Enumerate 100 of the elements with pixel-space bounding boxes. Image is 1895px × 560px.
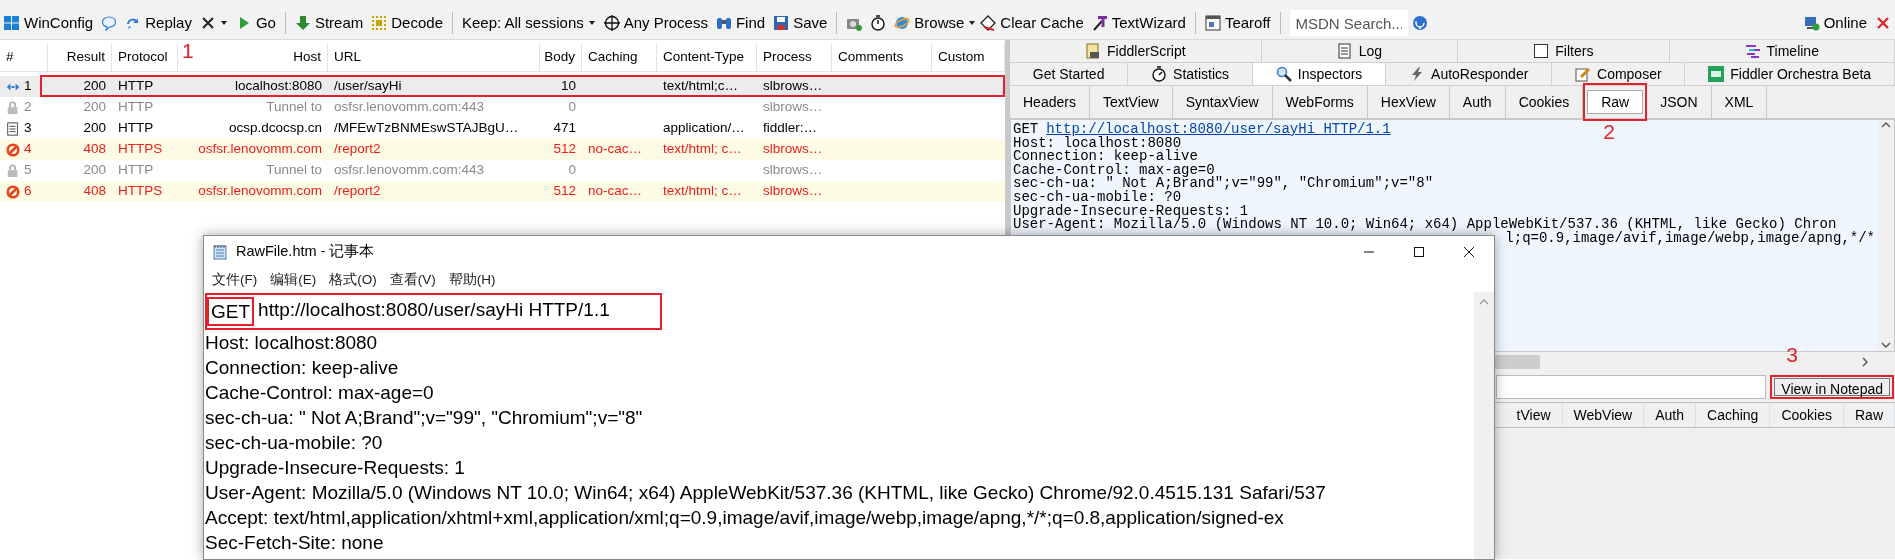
table-cell: slbrows… <box>763 99 823 115</box>
table-cell-text: 408 <box>83 182 106 201</box>
table-cell: text/html; c… <box>663 183 742 199</box>
column-header[interactable]: Caching <box>582 44 657 71</box>
table-cell-text: 0 <box>568 161 576 180</box>
table-cell-text: 200 <box>83 119 106 138</box>
toolbar-button[interactable]: Decode <box>367 11 447 35</box>
table-cell: application/… <box>663 120 745 136</box>
column-header[interactable]: URL <box>328 44 540 71</box>
menu-item[interactable]: 文件(F) <box>212 269 258 291</box>
view-in-notepad-button[interactable]: View in Notepad <box>1774 378 1890 396</box>
table-cell: slbrows… <box>763 183 823 199</box>
close-icon <box>1875 15 1891 31</box>
column-header[interactable]: Protocol <box>112 44 178 71</box>
scrollbar-thumb[interactable] <box>1495 355 1540 369</box>
table-cell: text/html;c… <box>663 78 738 94</box>
toolbar-button[interactable]: Save <box>769 11 832 35</box>
document-icon <box>6 121 20 136</box>
column-header[interactable]: # <box>0 44 48 71</box>
toolbar-button[interactable]: Any Process <box>599 11 712 35</box>
menu-item[interactable]: 帮助(H) <box>448 269 496 291</box>
text-line: Sec-Fetch-Site: none <box>205 531 384 555</box>
table-cell-text: ocsp.dcocsp.cn <box>228 119 322 138</box>
document-icon <box>1336 43 1353 59</box>
text-line: Upgrade-Insecure-Requests: 1 <box>205 456 465 480</box>
callout-number: 2 <box>1603 121 1615 143</box>
table-cell-text: Tunnel to <box>266 161 322 180</box>
globe-icon <box>894 15 911 31</box>
dropdown-button[interactable]: Keep: All sessions <box>458 11 600 35</box>
window-icon <box>1204 15 1221 31</box>
table-cell-text: 10 <box>560 77 576 96</box>
table-cell-text: 200 <box>83 77 106 96</box>
raw-line: User-Agent: Mozilla/5.0 (Windows NT 10.0; Win64; x64) AppleWebKit/537.36 (KHTML, like Gecko) Chron <box>1013 218 1837 232</box>
table-cell: /report2 <box>334 183 381 199</box>
menu-item[interactable]: 编辑(E) <box>270 269 317 291</box>
table-cell: no-cac… <box>588 141 643 157</box>
table-cell-text: 2 <box>24 98 32 117</box>
timeline-icon <box>1744 43 1761 59</box>
table-cell-text: 200 <box>83 161 106 180</box>
column-header[interactable]: Result <box>48 44 112 71</box>
notepad-icon <box>212 244 228 260</box>
menu-item[interactable]: 查看(V) <box>389 269 436 291</box>
window-title: RawFile.htm - 记事本 <box>236 242 375 262</box>
raw-line: sec-ch-ua: " Not A;Brand";v="99", "Chromium";v="8" <box>1013 177 1435 191</box>
speech-bubble-icon <box>101 15 118 31</box>
pencil-icon <box>1575 66 1591 82</box>
stopwatch-icon <box>1151 66 1168 82</box>
script-icon <box>1085 43 1102 59</box>
table-cell-text: 0 <box>568 98 576 117</box>
table-cell-text: 471 <box>553 119 576 138</box>
table-cell: HTTP <box>118 162 154 178</box>
tab[interactable]: Raw <box>1587 90 1644 114</box>
table-cell-text: 6 <box>24 182 32 201</box>
column-header[interactable]: Process <box>757 44 832 71</box>
maximize-icon <box>1413 246 1425 258</box>
table-cell: HTTP <box>118 99 154 115</box>
caret-icon <box>968 19 977 27</box>
crosshair-icon <box>603 15 620 31</box>
text-field[interactable] <box>1496 375 1767 399</box>
network-icon <box>1803 15 1820 31</box>
toolbar-button[interactable]: Clear Cache <box>976 11 1088 35</box>
table-cell: text/html; c… <box>663 141 742 157</box>
dropdown-button[interactable]: Browse <box>890 11 969 35</box>
column-header[interactable]: Content-Type <box>657 44 757 71</box>
text-line: User-Agent: Mozilla/5.0 (Windows NT 10.0; Win64; x64) AppleWebKit/537.36 (KHTML, like Gecko) Chrome/92.0.4515.131 Safari/537 <box>205 481 1326 505</box>
raw-line: l;q=0.9,image/avif,image/webp,image/apng,*/* <box>1505 231 1875 246</box>
text-line: sec-ch-ua: " Not A;Brand";v="99", "Chromium";v="8" <box>205 406 643 430</box>
caret-icon <box>587 19 596 27</box>
table-cell-text: 512 <box>553 182 576 201</box>
tab[interactable]: Inspectors <box>1252 63 1387 85</box>
session-row[interactable]: 6 408 HTTPS osfsr.lenovomm.com /report2 512 no-cac… text/html; c… slbrows… <box>0 181 1005 202</box>
table-cell: HTTPS <box>118 141 163 157</box>
grid-icon <box>4 15 20 31</box>
toolbar-button[interactable]: Replay <box>121 11 196 35</box>
toolbar-button[interactable]: Online <box>1799 11 1871 35</box>
table-cell: HTTP <box>118 78 154 94</box>
toolbar-button[interactable]: Find <box>711 11 770 35</box>
toolbar-button[interactable]: Go <box>231 11 280 35</box>
wand-icon <box>1091 15 1108 31</box>
method-text: GET <box>211 301 251 322</box>
session-row[interactable]: 4 408 HTTPS osfsr.lenovomm.com /report2 512 no-cac… text/html; c… slbrows… <box>0 139 1005 160</box>
close-icon <box>199 15 216 31</box>
table-cell: slbrows… <box>763 78 823 94</box>
caret-icon <box>219 19 228 27</box>
table-cell: /report2 <box>334 141 381 157</box>
menu-item[interactable]: 格式(O) <box>329 269 377 291</box>
column-header[interactable]: Comments <box>832 44 932 71</box>
table-cell: /MFEwTzBNMEswSTAJBgU… <box>334 120 519 136</box>
down-arrow-icon <box>294 15 311 31</box>
square-icon <box>1708 66 1725 82</box>
column-header[interactable]: Body <box>540 44 582 71</box>
toolbar-button[interactable]: Stream <box>290 11 368 35</box>
text-line: sec-ch-ua-mobile: ?0 <box>205 431 383 455</box>
toolbar-button[interactable]: WinConfig <box>0 11 98 35</box>
table-cell: slbrows… <box>763 162 823 178</box>
toolbar-button[interactable]: TextWizard <box>1087 11 1190 35</box>
lock-icon <box>6 100 20 115</box>
url-link[interactable]: http://localhost:8080/user/sayHi HTTP/1.1 <box>1046 121 1391 137</box>
table-cell: osfsr.lenovomm.com:443 <box>334 99 485 115</box>
toolbar-button[interactable]: Tearoff <box>1200 11 1275 35</box>
